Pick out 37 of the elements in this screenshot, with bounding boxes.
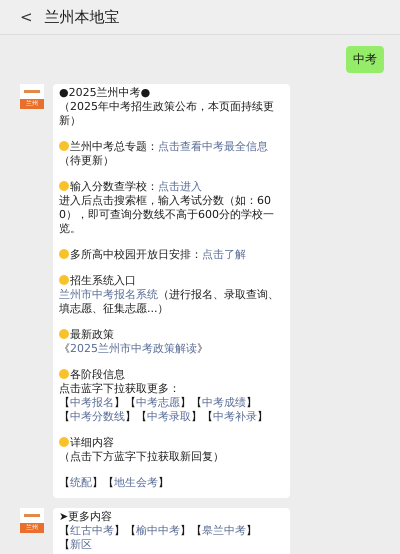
chat-title: 兰州本地宝 xyxy=(44,8,120,26)
message-paragraph: 招生系统入口 兰州市中考报名系统（进行报名、录取查询、填志愿、征集志愿...） xyxy=(59,274,280,316)
dot-icon xyxy=(59,275,69,285)
text-link[interactable]: 榆中中考 xyxy=(136,524,180,537)
message-paragraph: 输入分数查学校：点击进入 进入后点击搜索框，输入考试分数（如：600），即可查询分数线不高于600分的学校一览。 xyxy=(59,180,275,236)
dot-icon xyxy=(59,181,69,191)
text-link[interactable]: 地生会考 xyxy=(114,476,158,489)
message-paragraph: 【统配】【地生会考】 xyxy=(59,476,170,490)
message-paragraph: ➤更多内容 【红古中考】【榆中中考】【皋兰中考】【新区 xyxy=(59,510,258,552)
text-link[interactable]: 点击查看中考最全信息 xyxy=(158,140,268,153)
text-link[interactable]: 中考补录 xyxy=(213,410,257,423)
dot-icon xyxy=(59,369,69,379)
dot-icon xyxy=(59,141,69,151)
text-link[interactable]: 中考报名 xyxy=(70,396,114,409)
text-link[interactable]: 中考分数线 xyxy=(70,410,125,423)
text-link[interactable]: 中考成绩 xyxy=(202,396,246,409)
text-link[interactable]: 皋兰中考 xyxy=(202,524,246,537)
text-link[interactable]: 点击进入 xyxy=(158,180,202,193)
text-link[interactable]: 兰州市中考报名系统 xyxy=(59,288,158,301)
message-paragraph: 各阶段信息 点击蓝字下拉获取更多： 【中考报名】【中考志愿】【中考成绩】【中考分数线】【中考录取】【中考补录】 xyxy=(59,368,269,424)
message-paragraph: ●2025兰州中考● （2025年中考招生政策公布，本页面持续更新） xyxy=(59,86,275,128)
text-link[interactable]: 统配 xyxy=(70,476,92,489)
text-link[interactable]: 2025兰州市中考政策解读 xyxy=(70,342,197,355)
text-link[interactable]: 中考录取 xyxy=(147,410,191,423)
text-link[interactable]: 红古中考 xyxy=(70,524,114,537)
dot-icon xyxy=(59,329,69,339)
text-link[interactable]: 中考志愿 xyxy=(136,396,180,409)
back-button[interactable]: < xyxy=(16,8,37,26)
message-paragraph: 多所高中校园开放日安排：点击了解 xyxy=(59,248,284,262)
message-paragraph: 最新政策 《2025兰州市中考政策解读》 xyxy=(59,328,209,356)
dot-icon xyxy=(59,249,69,259)
text-link[interactable]: 点击了解 xyxy=(202,248,246,261)
sent-message: 中考 xyxy=(346,46,384,73)
message-paragraph: 兰州中考总专题：点击查看中考最全信息 （待更新） xyxy=(59,140,269,168)
dot-icon xyxy=(59,437,69,447)
text-link[interactable]: 新区 xyxy=(70,538,92,551)
message-paragraph: 详细内容 （点击下方蓝字下拉获取新回复） xyxy=(59,436,225,464)
